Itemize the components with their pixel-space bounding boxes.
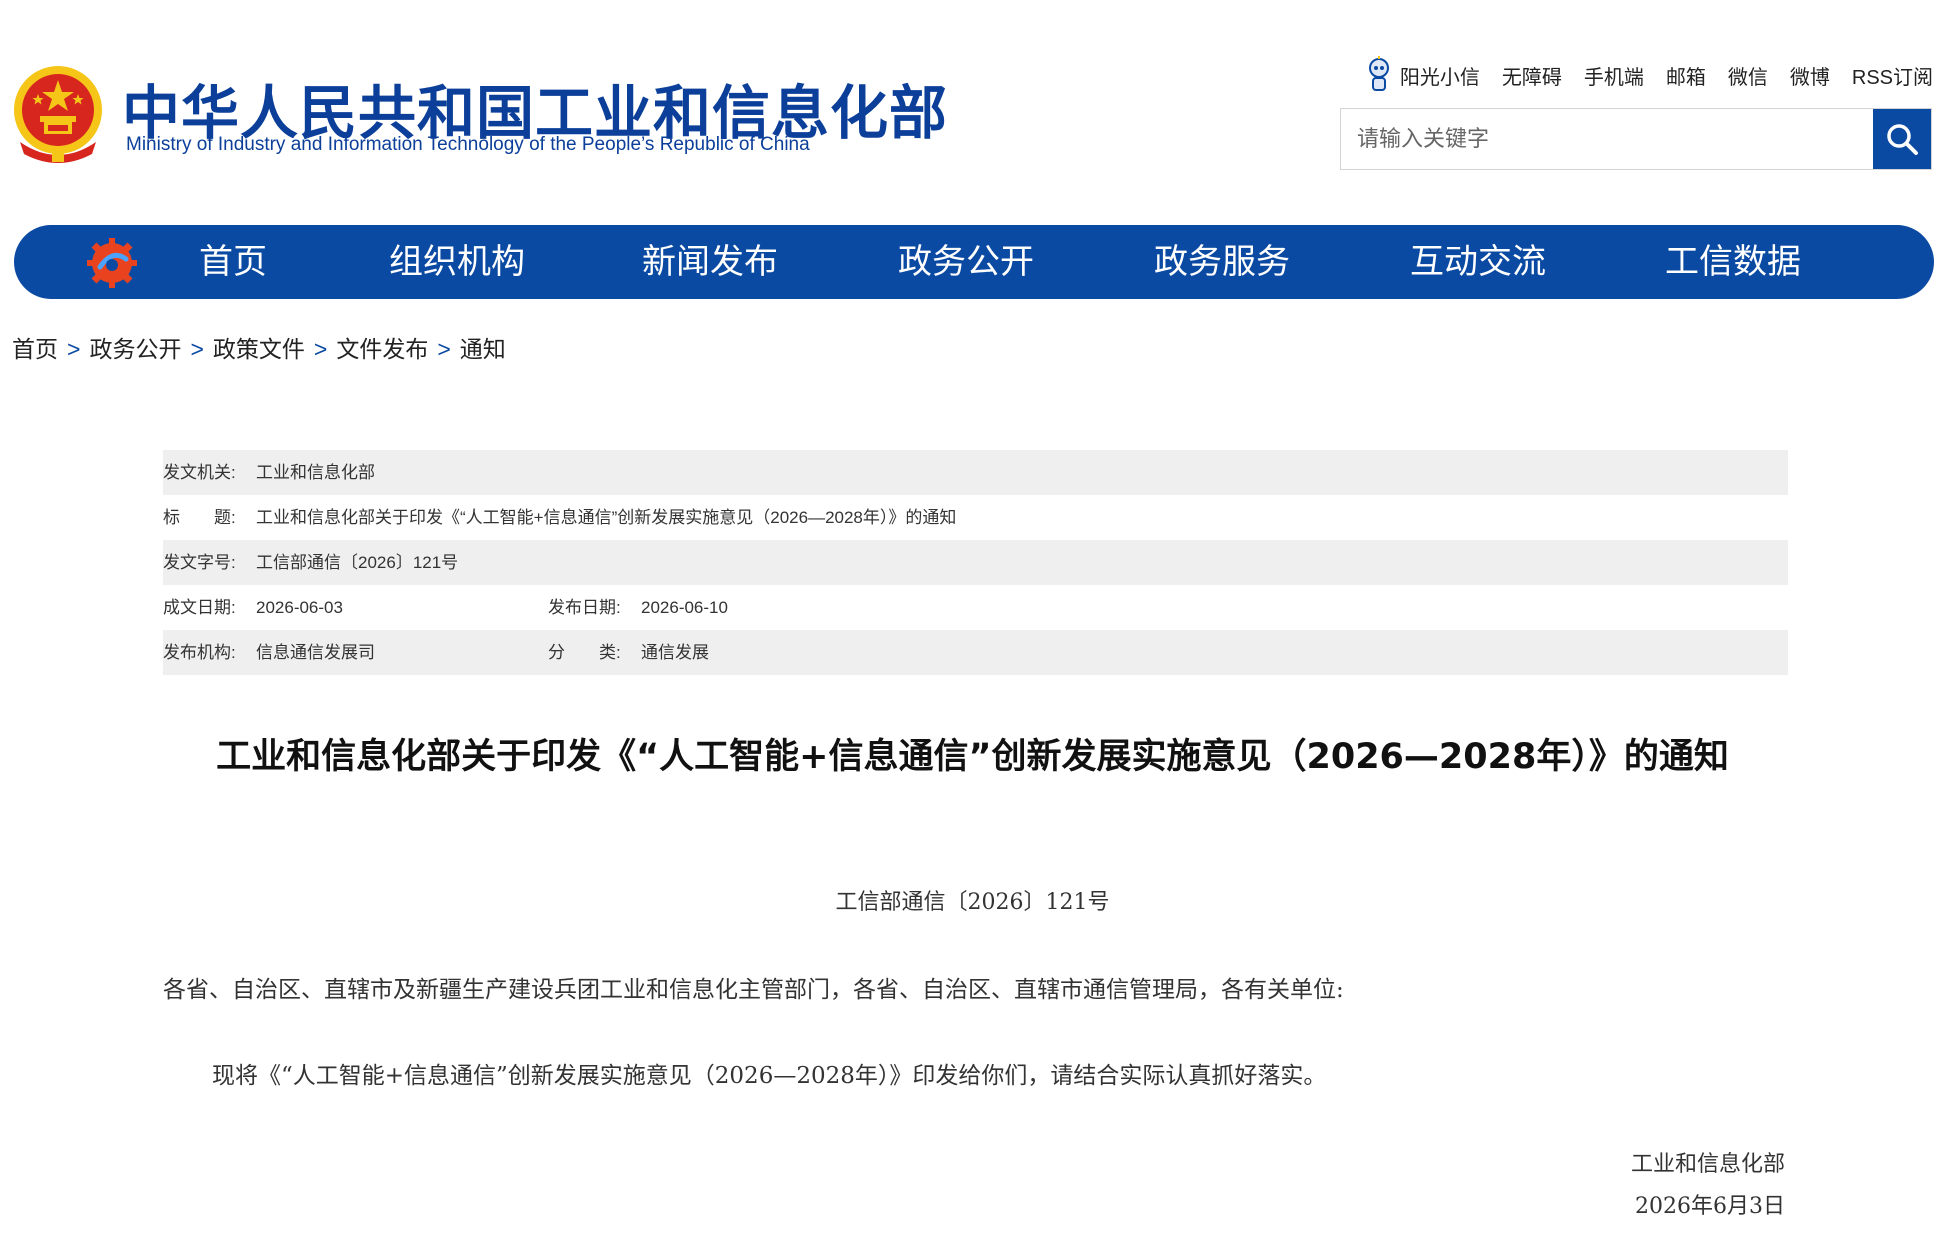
site-header: 中华人民共和国工业和信息化部 Ministry of Industry and … (0, 0, 1945, 200)
meta-written-date-label: 成文日期: (163, 598, 236, 617)
top-link-sunshine[interactable]: 阳光小信 (1400, 61, 1480, 90)
nav-item-interaction[interactable]: 互动交流 (1410, 225, 1546, 299)
meta-row-title: 标 题: 工业和信息化部关于印发《“人工智能+信息通信”创新发展实施意见（202… (163, 495, 1788, 540)
search-icon (1887, 124, 1918, 155)
nav-item-home[interactable]: 首页 (199, 225, 267, 299)
meta-row-org: 发布机构: 信息通信发展司 分 类: 通信发展 (163, 630, 1788, 675)
document-body-paragraph: 现将《“人工智能+信息通信”创新发展实施意见（2026—2028年）》印发给你们… (212, 1063, 1327, 1089)
breadcrumb-government-affairs[interactable]: 政务公开 (89, 336, 181, 362)
meta-row-doc-number: 发文字号: 工信部通信〔2026〕121号 (163, 540, 1788, 585)
meta-org-value: 信息通信发展司 (256, 643, 375, 662)
document-sign-date: 2026年6月3日 (1635, 1194, 1785, 1219)
gear-logo-icon (87, 238, 137, 288)
nav-item-government-services[interactable]: 政务服务 (1154, 225, 1290, 299)
nav-item-organization[interactable]: 组织机构 (389, 225, 525, 299)
breadcrumb-separator: > (313, 336, 328, 362)
top-link-rss[interactable]: RSS订阅 (1852, 61, 1933, 90)
meta-category-value: 通信发展 (641, 643, 709, 662)
meta-doc-number-value: 工信部通信〔2026〕121号 (256, 553, 459, 572)
document-salutation: 各省、自治区、直辖市及新疆生产建设兵团工业和信息化主管部门，各省、自治区、直辖市… (163, 977, 1344, 1003)
breadcrumb-separator: > (190, 336, 204, 362)
top-link-mobile[interactable]: 手机端 (1584, 61, 1644, 90)
breadcrumb-notice[interactable]: 通知 (460, 336, 506, 362)
meta-row-dates: 成文日期: 2026-06-03 发布日期: 2026-06-10 (163, 585, 1788, 630)
site-title-en: Ministry of Industry and Information Tec… (126, 134, 810, 155)
top-links: 阳光小信 无障碍 手机端 邮箱 微信 微博 RSS订阅 (1366, 56, 1933, 94)
top-link-wechat[interactable]: 微信 (1728, 61, 1768, 90)
meta-title-label: 标 题: (163, 508, 236, 527)
document-signer: 工业和信息化部 (1630, 1152, 1785, 1177)
breadcrumb: 首页 > 政务公开 > 政策文件 > 文件发布 > 通知 (12, 330, 506, 364)
breadcrumb-policy-files[interactable]: 政策文件 (213, 336, 305, 362)
document-meta-table: 发文机关: 工业和信息化部 标 题: 工业和信息化部关于印发《“人工智能+信息通… (163, 450, 1788, 675)
meta-org-label: 发布机构: (163, 643, 236, 662)
meta-doc-number-label: 发文字号: (163, 553, 236, 572)
breadcrumb-file-release[interactable]: 文件发布 (336, 336, 428, 362)
document-title: 工业和信息化部关于印发《“人工智能+信息通信”创新发展实施意见（2026—202… (216, 737, 1729, 777)
breadcrumb-separator: > (437, 336, 451, 362)
top-link-accessibility[interactable]: 无障碍 (1502, 61, 1562, 90)
breadcrumb-separator: > (67, 336, 81, 362)
nav-item-news[interactable]: 新闻发布 (642, 225, 778, 299)
main-nav: 首页 组织机构 新闻发布 政务公开 政务服务 互动交流 工信数据 (14, 225, 1934, 299)
search-button[interactable] (1873, 109, 1931, 169)
meta-category-label: 分 类: (548, 643, 621, 662)
breadcrumb-home[interactable]: 首页 (12, 336, 58, 362)
meta-publish-date-value: 2026-06-10 (641, 598, 728, 617)
robot-mascot-icon[interactable] (1366, 56, 1392, 94)
meta-row-issuer: 发文机关: 工业和信息化部 (163, 450, 1788, 495)
search-box (1340, 108, 1932, 170)
top-link-weibo[interactable]: 微博 (1790, 61, 1830, 90)
meta-issuer-value: 工业和信息化部 (256, 463, 375, 482)
top-link-mail[interactable]: 邮箱 (1666, 61, 1706, 90)
nav-item-government-affairs[interactable]: 政务公开 (898, 225, 1034, 299)
document-number: 工信部通信〔2026〕121号 (835, 890, 1110, 915)
meta-title-value: 工业和信息化部关于印发《“人工智能+信息通信”创新发展实施意见（2026—202… (256, 508, 957, 527)
search-input[interactable] (1341, 109, 1873, 169)
national-emblem-icon (14, 66, 102, 163)
meta-issuer-label: 发文机关: (163, 463, 236, 482)
meta-written-date-value: 2026-06-03 (256, 598, 343, 617)
nav-item-data[interactable]: 工信数据 (1665, 225, 1801, 299)
meta-publish-date-label: 发布日期: (548, 598, 621, 617)
